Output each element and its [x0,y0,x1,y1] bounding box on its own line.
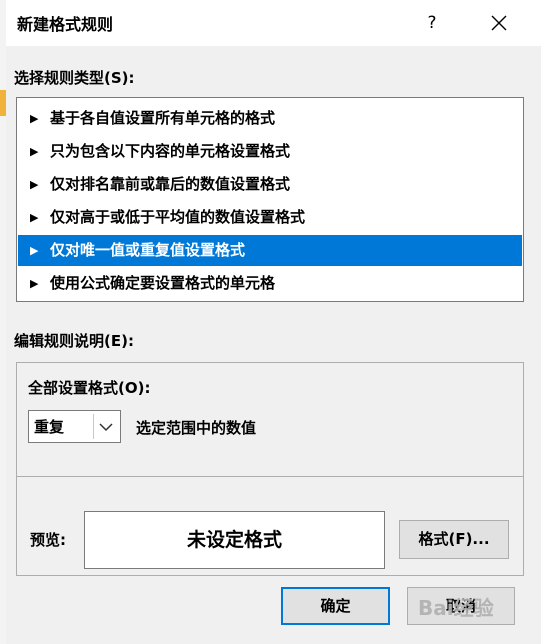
rule-type-label: 选择规则类型(S): [14,69,135,87]
format-preview: 未设定格式 [84,511,385,569]
preview-label: 预览: [30,531,66,549]
divider [17,476,523,477]
ok-button[interactable]: 确定 [281,587,390,625]
triangle-right-icon: ▶ [30,178,39,191]
triangle-right-icon: ▶ [30,145,39,158]
triangle-right-icon: ▶ [30,244,39,257]
rule-type-list[interactable]: ▶ 基于各自值设置所有单元格的格式 ▶ 只为包含以下内容的单元格设置格式 ▶ 仅… [16,97,524,302]
close-button[interactable] [486,10,512,36]
help-button[interactable]: ? [419,10,445,36]
rule-type-item[interactable]: ▶ 只为包含以下内容的单元格设置格式 [18,136,522,167]
triangle-right-icon: ▶ [30,277,39,290]
title-bar: 新建格式规则 ? [6,0,541,46]
duplicate-unique-select[interactable]: 重复 [28,410,121,443]
selected-range-values-label: 选定范围中的数值 [136,419,257,437]
rule-type-item[interactable]: ▶ 仅对高于或低于平均值的数值设置格式 [18,202,522,233]
dropdown-button[interactable] [93,414,118,439]
rule-description-label: 编辑规则说明(E): [14,332,134,350]
close-icon [491,15,507,31]
dialog-title: 新建格式规则 [17,15,114,34]
rule-description-panel: 全部设置格式(O): 重复 选定范围中的数值 预览: 未设定格式 格式(F)..… [16,362,524,576]
format-button[interactable]: 格式(F)... [399,520,509,559]
rule-type-item[interactable]: ▶ 仅对排名靠前或靠后的数值设置格式 [18,169,522,200]
rule-type-item-selected[interactable]: ▶ 仅对唯一值或重复值设置格式 [18,235,522,266]
baidu-jingyan-watermark: Bai经验 [418,596,494,620]
rule-type-item[interactable]: ▶ 使用公式确定要设置格式的单元格 [18,268,522,299]
new-format-rule-dialog: 新建格式规则 ? 选择规则类型(S): ▶ 基于各自值设置所有单元格的格式 ▶ … [6,0,541,644]
triangle-right-icon: ▶ [30,211,39,224]
triangle-right-icon: ▶ [30,112,39,125]
format-all-label: 全部设置格式(O): [28,379,151,397]
chevron-down-icon [99,423,113,432]
rule-type-item[interactable]: ▶ 基于各自值设置所有单元格的格式 [18,103,522,134]
